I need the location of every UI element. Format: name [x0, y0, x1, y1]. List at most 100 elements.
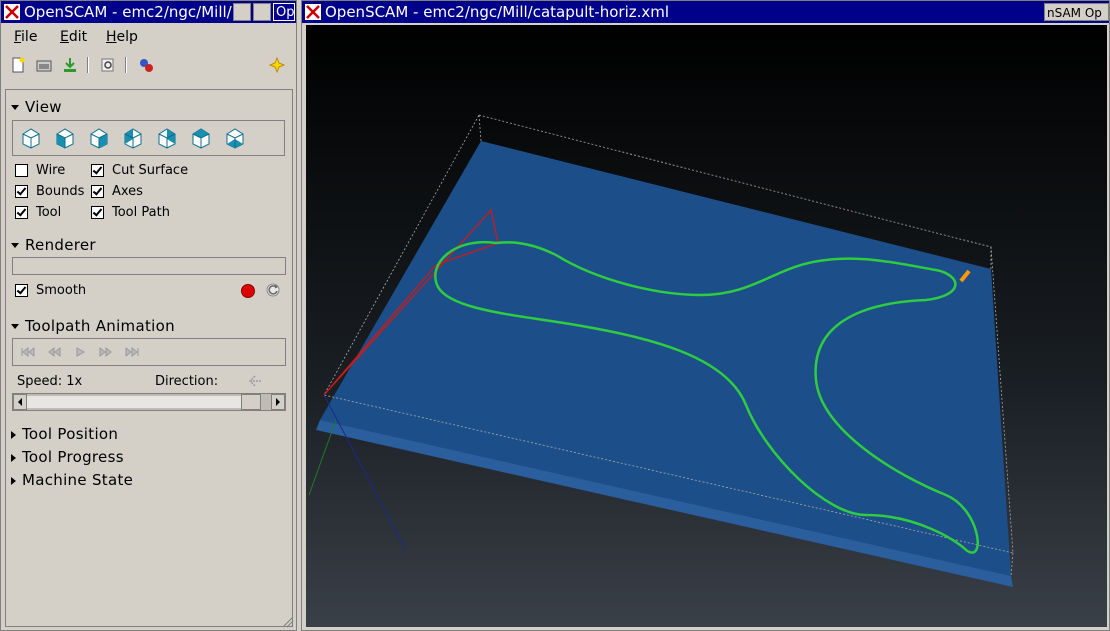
window-title: OpenSCAM - emc2/ngc/Mill/: [24, 3, 232, 21]
collapse-arrow-icon: [11, 453, 16, 462]
tool-position-title: Tool Position: [22, 425, 119, 443]
tool-label: Tool: [36, 205, 62, 220]
speed-label: Speed: 1x: [17, 374, 82, 389]
window-title: OpenSCAM - emc2/ngc/Mill/catapult-horiz.…: [325, 3, 670, 21]
taskbar-slot[interactable]: [253, 3, 271, 21]
view-top-icon[interactable]: [189, 126, 213, 150]
view-section-header[interactable]: View: [11, 98, 62, 116]
menu-help[interactable]: Help: [106, 29, 138, 45]
toolbar-separator: [87, 57, 89, 73]
view-title: View: [25, 98, 62, 116]
checkbox-box: [91, 185, 104, 198]
animation-controls: [12, 338, 286, 366]
slider-thumb[interactable]: [241, 394, 261, 410]
right-titlebar[interactable]: OpenSCAM - emc2/ngc/Mill/catapult-horiz.…: [302, 1, 1109, 23]
view-iso-icon[interactable]: [19, 126, 43, 150]
taskbar-slot[interactable]: [233, 3, 251, 21]
checkbox-box: [15, 206, 28, 219]
speed-value: 1x: [66, 374, 83, 389]
checkbox-box: [91, 206, 104, 219]
speed-label-text: Speed:: [17, 374, 63, 389]
control-window: OpenSCAM - emc2/ngc/Mill/ Op File Edit H…: [0, 0, 297, 631]
tool-path-checkbox[interactable]: Tool Path: [91, 205, 170, 220]
checkbox-box: [91, 164, 104, 177]
smooth-checkbox[interactable]: Smooth: [15, 283, 86, 298]
toolbar: [5, 53, 292, 79]
view-left-icon[interactable]: [121, 126, 145, 150]
resize-grip-icon[interactable]: [282, 616, 294, 628]
tool-progress-title: Tool Progress: [22, 448, 124, 466]
view-right-icon[interactable]: [155, 126, 179, 150]
taskbar-item[interactable]: Op: [273, 3, 295, 21]
toolpath-scene[interactable]: [306, 25, 1107, 627]
bounds-checkbox[interactable]: Bounds: [15, 184, 84, 199]
renderer-title: Renderer: [25, 236, 96, 254]
expand-arrow-icon: [11, 243, 19, 248]
menu-edit[interactable]: Edit: [60, 29, 87, 45]
left-titlebar[interactable]: OpenSCAM - emc2/ngc/Mill/ Op: [1, 1, 296, 23]
direction-arrow-icon[interactable]: [247, 374, 263, 388]
star-icon[interactable]: [268, 56, 286, 74]
wire-checkbox[interactable]: Wire: [15, 163, 65, 178]
record-icon[interactable]: [241, 284, 255, 298]
menubar: File Edit Help: [1, 25, 296, 49]
checkbox-box: [15, 185, 28, 198]
checkbox-box: [15, 164, 28, 177]
skip-end-icon[interactable]: [125, 347, 139, 357]
expand-arrow-icon: [11, 105, 19, 110]
toolbar-separator: [125, 57, 127, 73]
fast-forward-icon[interactable]: [99, 347, 113, 357]
reload-icon[interactable]: [265, 282, 281, 298]
wire-label: Wire: [36, 163, 66, 178]
cut-surface-checkbox[interactable]: Cut Surface: [91, 163, 188, 178]
collapse-arrow-icon: [11, 476, 16, 485]
menu-file[interactable]: File: [14, 29, 37, 45]
direction-label: Direction:: [155, 374, 219, 389]
menu-help-label: Help: [106, 29, 138, 45]
rewind-icon[interactable]: [47, 347, 61, 357]
machine-state-section-header[interactable]: Machine State: [11, 471, 133, 489]
slider-track: [27, 396, 241, 408]
menu-file-label: File: [14, 29, 38, 45]
tool-progress-section-header[interactable]: Tool Progress: [11, 448, 124, 466]
slider-left-arrow[interactable]: [13, 394, 27, 410]
settings-panel: View Wire Cut Surface Bounds Axes Tool T…: [5, 89, 293, 627]
cut-surface-label: Cut Surface: [112, 163, 189, 178]
menu-edit-label: Edit: [60, 29, 88, 45]
expand-arrow-icon: [11, 324, 19, 329]
play-icon[interactable]: [73, 347, 87, 357]
taskbar-item[interactable]: nSAM Op: [1044, 3, 1109, 21]
checkbox-box: [15, 284, 28, 297]
tool-checkbox[interactable]: Tool: [15, 205, 61, 220]
view-buttons: [12, 120, 285, 156]
viewport-window: OpenSCAM - emc2/ngc/Mill/catapult-horiz.…: [301, 0, 1110, 631]
close-x-icon[interactable]: [4, 4, 20, 20]
tool-position-section-header[interactable]: Tool Position: [11, 425, 118, 443]
bounds-edge: [1010, 552, 1014, 577]
collapse-arrow-icon: [11, 430, 16, 439]
tool-path-label: Tool Path: [112, 205, 170, 220]
bounds-edge: [478, 114, 482, 142]
export-icon[interactable]: [61, 56, 79, 74]
animation-title: Toolpath Animation: [25, 317, 175, 335]
simulate-icon[interactable]: [137, 56, 155, 74]
new-file-icon[interactable]: [9, 56, 27, 74]
axes-label: Axes: [112, 184, 143, 199]
speed-slider[interactable]: [12, 393, 286, 411]
slider-right-arrow[interactable]: [271, 394, 285, 410]
close-x-icon[interactable]: [305, 4, 321, 20]
3d-viewport[interactable]: [306, 25, 1107, 627]
open-folder-icon[interactable]: [35, 56, 53, 74]
renderer-progress-bar: [12, 257, 286, 275]
view-back-icon[interactable]: [87, 126, 111, 150]
smooth-label: Smooth: [36, 283, 87, 298]
view-bottom-icon[interactable]: [223, 126, 247, 150]
axes-checkbox[interactable]: Axes: [91, 184, 143, 199]
view-front-icon[interactable]: [53, 126, 77, 150]
renderer-section-header[interactable]: Renderer: [11, 236, 96, 254]
machine-state-title: Machine State: [22, 471, 134, 489]
skip-start-icon[interactable]: [21, 347, 35, 357]
find-icon[interactable]: [99, 56, 117, 74]
animation-section-header[interactable]: Toolpath Animation: [11, 317, 175, 335]
bounds-label: Bounds: [36, 184, 85, 199]
